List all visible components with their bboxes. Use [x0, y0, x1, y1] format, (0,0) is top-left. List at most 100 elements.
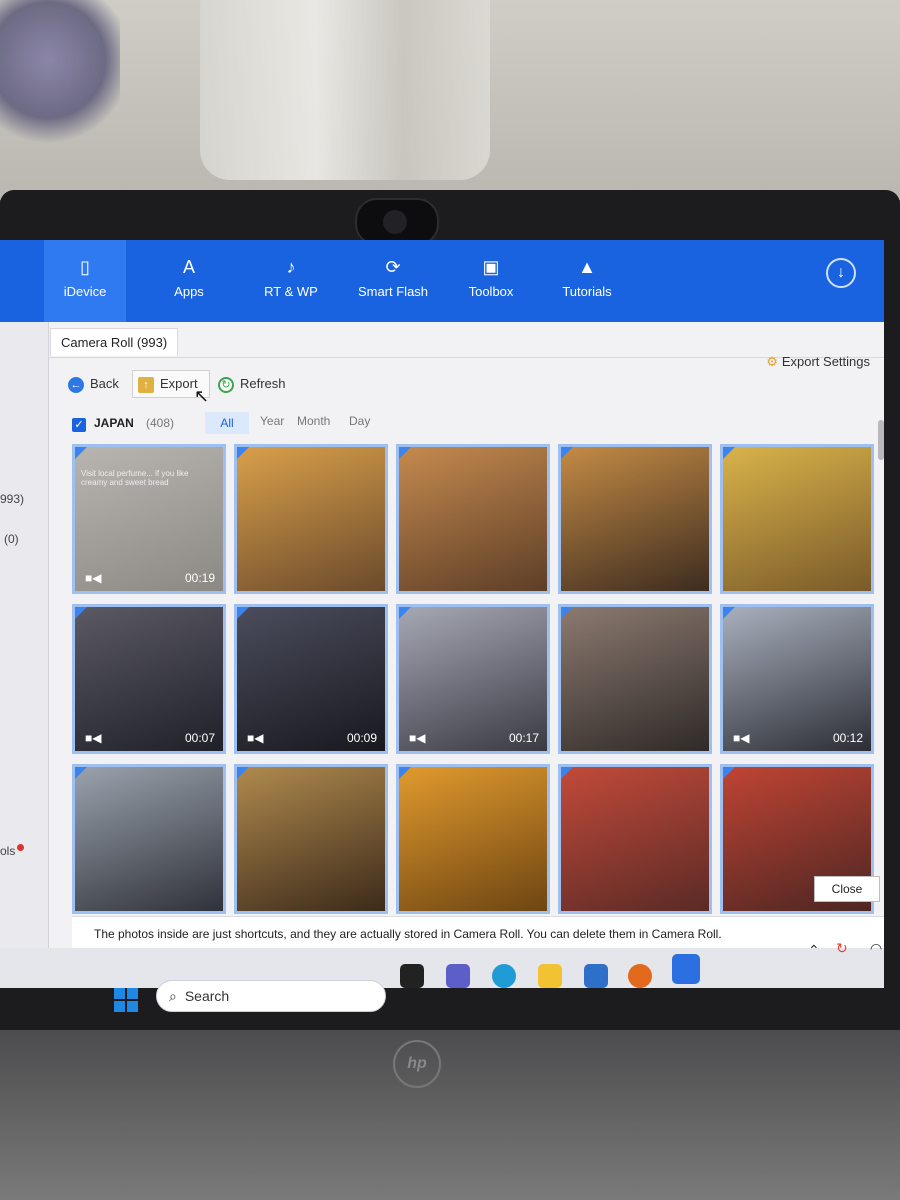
toolbox-icon: ▣ [482, 257, 500, 277]
windows-taskbar [0, 948, 884, 988]
photo-thumbnail[interactable] [720, 444, 874, 594]
filter-all[interactable]: All [205, 412, 249, 434]
3utools-icon[interactable] [672, 954, 700, 984]
video-thumbnail[interactable]: ■◀ 00:07 [72, 604, 226, 754]
selected-check-icon [723, 447, 735, 459]
video-call-icon[interactable] [446, 964, 470, 988]
refresh-button[interactable]: ↻ Refresh [218, 372, 286, 396]
export-folder-icon: ↑ [138, 376, 154, 393]
hp-logo: hp [393, 1040, 441, 1088]
nav-item-label: Toolbox [468, 284, 514, 299]
selected-check-icon [237, 447, 249, 459]
photo-thumbnail[interactable] [396, 764, 550, 914]
photo-thumbnail[interactable] [558, 764, 712, 914]
firefox-icon[interactable] [628, 964, 652, 988]
filter-year[interactable]: Year [260, 414, 284, 428]
selected-check-icon [561, 607, 573, 619]
refresh-icon: ↻ [218, 376, 234, 393]
nav-item-idevice[interactable]: ▯ iDevice [44, 240, 126, 322]
photo-thumbnail[interactable] [396, 444, 550, 594]
video-camera-icon: ■◀ [85, 731, 102, 745]
filter-month[interactable]: Month [297, 414, 330, 428]
selected-check-icon [561, 767, 573, 779]
tab-camera-roll[interactable]: Camera Roll (993) [50, 328, 179, 356]
mouse-cursor-icon: ↖ [194, 386, 210, 406]
search-icon: ⌕ [169, 988, 177, 1004]
export-settings-button[interactable]: ⚙ Export Settings [766, 354, 870, 370]
laptop-base [0, 1030, 900, 1200]
background-vase [200, 0, 490, 180]
export-button[interactable]: ↑ Export [138, 372, 198, 396]
video-duration: 00:07 [184, 731, 215, 745]
video-camera-icon: ■◀ [409, 731, 426, 745]
download-icon[interactable]: ↓ [826, 258, 856, 288]
video-duration: 00:09 [346, 731, 377, 745]
video-thumbnail[interactable]: ■◀ 00:12 [720, 604, 874, 754]
video-thumbnail[interactable]: Visit local perfume... if you like cream… [72, 444, 226, 594]
flash-icon: ⟳ [385, 257, 401, 277]
selected-check-icon [723, 767, 735, 779]
laptop-screen: ▯ iDevice A Apps ♪ RT & WP ⟳ Smart Flash… [0, 240, 884, 988]
nav-item-label: Smart Flash [357, 284, 429, 299]
selected-check-icon [399, 767, 411, 779]
tray-chevron-icon[interactable]: ⌃ [808, 942, 820, 959]
photo-thumbnail[interactable] [72, 764, 226, 914]
app-store-icon: A [182, 257, 195, 277]
selected-check-icon [237, 607, 249, 619]
album-name: JAPAN [94, 416, 134, 430]
back-label: Back [90, 376, 119, 391]
mail-icon[interactable] [584, 964, 608, 988]
nav-item-tutorials[interactable]: ▲ Tutorials [546, 240, 628, 322]
edge-icon[interactable] [492, 964, 516, 988]
sidebar-item-camera-roll-count[interactable]: 993) [0, 492, 24, 506]
selected-check-icon [561, 447, 573, 459]
notice-text: The photos inside are just shortcuts, an… [94, 927, 722, 941]
top-navigation-bar: ▯ iDevice A Apps ♪ RT & WP ⟳ Smart Flash… [0, 240, 884, 322]
selected-check-icon [399, 607, 411, 619]
nav-item-label: iDevice [63, 284, 107, 299]
sidebar-item-tools[interactable]: ols [0, 844, 25, 858]
scrollbar[interactable] [878, 420, 884, 460]
photo-thumbnail[interactable] [558, 604, 712, 754]
photo-grid: Visit local perfume... if you like cream… [72, 444, 874, 916]
photo-thumbnail[interactable] [234, 764, 388, 914]
refresh-label: Refresh [240, 376, 286, 391]
windows-start-icon[interactable] [114, 988, 138, 1012]
album-checkbox[interactable]: ✓ [72, 418, 86, 432]
filter-day[interactable]: Day [349, 414, 370, 428]
thumbnail-caption: Visit local perfume... if you like cream… [81, 469, 189, 487]
export-settings-label: Export Settings [781, 354, 870, 369]
nav-item-toolbox[interactable]: ▣ Toolbox [450, 240, 532, 322]
back-arrow-icon: ← [68, 376, 84, 393]
sidebar-item-label: ols [0, 844, 16, 858]
video-duration: 00:12 [832, 731, 863, 745]
background-flower [0, 0, 120, 150]
graduation-cap-icon: ▲ [578, 257, 596, 277]
photo-thumbnail[interactable] [558, 444, 712, 594]
video-thumbnail[interactable]: ■◀ 00:09 [234, 604, 388, 754]
sidebar-item-count[interactable]: (0) [4, 532, 19, 546]
gear-icon: ⚙ [766, 354, 778, 369]
export-label: Export [160, 376, 198, 391]
video-duration: 00:19 [184, 571, 215, 585]
video-duration: 00:17 [508, 731, 539, 745]
nav-item-label: Apps [174, 284, 204, 299]
back-button[interactable]: ← Back [68, 372, 119, 396]
video-thumbnail[interactable]: ■◀ 00:17 [396, 604, 550, 754]
video-camera-icon: ■◀ [733, 731, 750, 745]
nav-item-smart-flash[interactable]: ⟳ Smart Flash [352, 240, 434, 322]
nav-item-label: Tutorials [562, 284, 612, 299]
selected-check-icon [75, 607, 87, 619]
nav-item-apps[interactable]: A Apps [148, 240, 230, 322]
tray-sync-icon[interactable]: ↻ [836, 940, 848, 957]
task-view-icon[interactable] [400, 964, 424, 988]
selected-check-icon [75, 767, 87, 779]
file-explorer-icon[interactable] [538, 964, 562, 988]
close-button[interactable]: Close [814, 876, 880, 902]
wifi-icon[interactable]: ◠ [870, 940, 882, 957]
photo-thumbnail[interactable] [234, 444, 388, 594]
video-camera-icon: ■◀ [247, 731, 264, 745]
nav-item-rt-wp[interactable]: ♪ RT & WP [250, 240, 332, 322]
selected-check-icon [723, 607, 735, 619]
taskbar-search[interactable]: ⌕ Search [156, 980, 386, 1012]
